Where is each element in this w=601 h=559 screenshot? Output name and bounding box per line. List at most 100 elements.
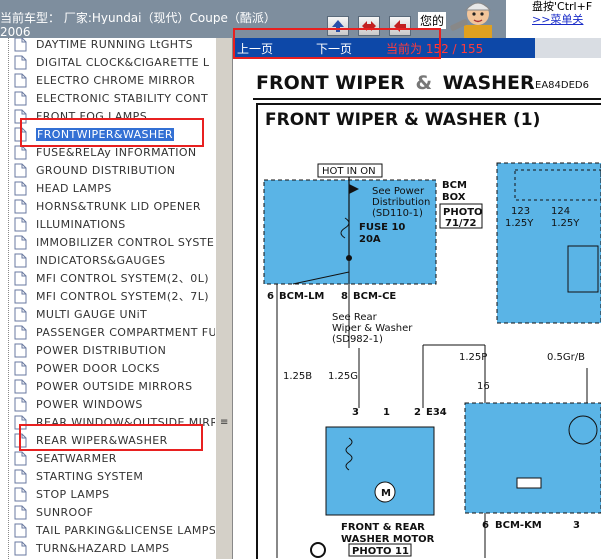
- svg-text:PHOTO 11: PHOTO 11: [352, 546, 409, 557]
- tree-item-label[interactable]: MULTI GAUGE UNiT: [36, 308, 147, 321]
- tree-item-label[interactable]: POWER DOOR LOCKS: [36, 362, 160, 375]
- tree-item[interactable]: SUNROOF: [14, 503, 215, 521]
- document-icon: [14, 38, 27, 51]
- tree-item[interactable]: DIGITAL CLOCK&CIGARETTE L: [14, 53, 215, 71]
- tree-item-label[interactable]: HEAD LAMPS: [36, 182, 112, 195]
- svg-text:123: 123: [511, 206, 530, 217]
- tree-item[interactable]: POWER WINDOWS: [14, 395, 215, 413]
- right-lower-module: [464, 402, 601, 514]
- tree-item-label[interactable]: HORNS&TRUNK LID OPENER: [36, 200, 201, 213]
- highlight-page-nav: [233, 28, 441, 59]
- nav-bar-filler: [535, 38, 601, 58]
- svg-text:1.25G: 1.25G: [328, 371, 358, 382]
- document-icon: [14, 307, 27, 321]
- tree-item-label[interactable]: POWER OUTSIDE MIRRORS: [36, 380, 193, 393]
- tree-item-label[interactable]: DAYTIME RUNNING LtGHTS: [36, 38, 193, 51]
- tree-item[interactable]: ELECTRONIC STABILITY CONT: [14, 89, 215, 107]
- tree-item-label[interactable]: FUSE&RELAy INFORMATION: [36, 146, 197, 159]
- tree-item-label[interactable]: IMMOBILIZER CONTROL SYSTE: [36, 236, 214, 249]
- tree-item[interactable]: STARTING SYSTEM: [14, 467, 215, 485]
- hint-box: 盘按'Ctrl+F >>菜单关: [506, 0, 601, 38]
- svg-text:(SD110-1): (SD110-1): [372, 208, 423, 219]
- tree-item[interactable]: MFI CONTROL SYSTEM(2、0L): [14, 269, 215, 287]
- svg-text:See Rear: See Rear: [332, 312, 378, 323]
- svg-text:BCM: BCM: [442, 180, 467, 191]
- tree-item[interactable]: HEAD LAMPS: [14, 179, 215, 197]
- svg-text:Wiper & Washer: Wiper & Washer: [332, 323, 413, 334]
- tree-item[interactable]: MFI CONTROL SYSTEM(2、7L): [14, 287, 215, 305]
- tree-item[interactable]: MULTI GAUGE UNiT: [14, 305, 215, 323]
- tree-item-label[interactable]: STARTING SYSTEM: [36, 470, 143, 483]
- document-icon: [14, 505, 27, 519]
- user-label: 您的: [418, 12, 447, 29]
- tree-item[interactable]: TAIL PARKING&LICENSE LAMPS: [14, 521, 215, 539]
- tree-item-label[interactable]: MFI CONTROL SYSTEM(2、7L): [36, 288, 209, 304]
- tree-item-label[interactable]: SUNROOF: [36, 506, 93, 519]
- tree-item[interactable]: PASSENGER COMPARTMENT FU: [14, 323, 215, 341]
- tree-item-label[interactable]: SEATWARMER: [36, 452, 117, 465]
- document-icon: [14, 451, 27, 465]
- wiring-diagram: HOT IN ON See Power Distribution (SD110-…: [263, 162, 601, 558]
- svg-text:1.25B: 1.25B: [283, 371, 312, 382]
- tree-item[interactable]: POWER DOOR LOCKS: [14, 359, 215, 377]
- splitter-grip-icon[interactable]: ≡: [220, 417, 228, 428]
- tree-item-label[interactable]: STOP LAMPS: [36, 488, 110, 501]
- highlight-rear-wiper: [19, 424, 203, 451]
- tree-item-label[interactable]: ELECTRO CHROME MIRROR: [36, 74, 195, 87]
- document-icon: [14, 523, 27, 537]
- svg-text:124: 124: [551, 206, 570, 217]
- tree-item-label[interactable]: MFI CONTROL SYSTEM(2、0L): [36, 270, 209, 286]
- tree-item-label[interactable]: TAIL PARKING&LICENSE LAMPS: [36, 524, 215, 537]
- tree-guide-line: [8, 38, 9, 559]
- document-pane: FRONT WIPER & WASHER EA84DED6 FRONT WIPE…: [233, 58, 601, 559]
- tree-item-label[interactable]: TURN&HAZARD LAMPS: [36, 542, 170, 555]
- tree-item[interactable]: ELECTRO CHROME MIRROR: [14, 71, 215, 89]
- hot-in-on-label: HOT IN ON: [322, 166, 376, 177]
- svg-text:3: 3: [573, 520, 580, 531]
- svg-text:71/72: 71/72: [445, 218, 477, 229]
- tree-item[interactable]: DAYTIME RUNNING LtGHTS: [14, 38, 215, 53]
- tree-item[interactable]: SEATWARMER: [14, 449, 215, 467]
- document-icon: [14, 163, 27, 177]
- splitter-bar[interactable]: ≡: [215, 38, 233, 559]
- car-model-year: 2006: [0, 25, 31, 39]
- highlight-front-wiper: [20, 118, 204, 147]
- tree-item[interactable]: INDICATORS&GAUGES: [14, 251, 215, 269]
- menu-toggle-link[interactable]: >>菜单关: [532, 13, 601, 26]
- washer-motor-box: [325, 426, 435, 516]
- tree-item[interactable]: STOP LAMPS: [14, 485, 215, 503]
- tree-item-label[interactable]: ELECTRONIC STABILITY CONT: [36, 92, 208, 105]
- tree-item-label[interactable]: DIGITAL CLOCK&CIGARETTE L: [36, 56, 209, 69]
- document-icon: [14, 91, 27, 105]
- tree-item-label[interactable]: POWER WINDOWS: [36, 398, 143, 411]
- tree-item-label[interactable]: POWER DISTRIBUTION: [36, 344, 166, 357]
- document-icon: [14, 289, 27, 303]
- tree-item[interactable]: TURN&HAZARD LAMPS: [14, 539, 215, 557]
- tree-item[interactable]: GROUND DISTRIBUTION: [14, 161, 215, 179]
- svg-text:PHOTO: PHOTO: [443, 207, 483, 218]
- svg-text:1: 1: [383, 407, 390, 418]
- document-icon: [14, 199, 27, 213]
- tree-item-label[interactable]: GROUND DISTRIBUTION: [36, 164, 175, 177]
- tree-item[interactable]: ILLUMINATIONS: [14, 215, 215, 233]
- svg-text:16: 16: [477, 381, 490, 392]
- svg-text:BCM-LM: BCM-LM: [279, 291, 324, 302]
- hint-text: 盘按'Ctrl+F: [532, 0, 593, 13]
- document-icon: [14, 343, 27, 357]
- svg-text:20A: 20A: [359, 234, 381, 245]
- right-module: [496, 162, 601, 324]
- tree-item-label[interactable]: INDICATORS&GAUGES: [36, 254, 165, 267]
- tree-item-label[interactable]: ILLUMINATIONS: [36, 218, 126, 231]
- tree-item[interactable]: POWER OUTSIDE MIRRORS: [14, 377, 215, 395]
- document-icon: [14, 469, 27, 483]
- tree-item[interactable]: POWER DISTRIBUTION: [14, 341, 215, 359]
- svg-text:E34: E34: [426, 407, 447, 418]
- motor-symbol: M: [381, 488, 391, 499]
- section-tree: DAYTIME RUNNING LtGHTS DIGITAL CLOCK&CIGA…: [0, 38, 215, 559]
- svg-text:1.25Y: 1.25Y: [505, 218, 534, 229]
- document-icon: [14, 397, 27, 411]
- tree-item[interactable]: HORNS&TRUNK LID OPENER: [14, 197, 215, 215]
- tree-item[interactable]: IMMOBILIZER CONTROL SYSTE: [14, 233, 215, 251]
- svg-text:WASHER MOTOR: WASHER MOTOR: [341, 534, 435, 545]
- tree-item-label[interactable]: PASSENGER COMPARTMENT FU: [36, 326, 215, 339]
